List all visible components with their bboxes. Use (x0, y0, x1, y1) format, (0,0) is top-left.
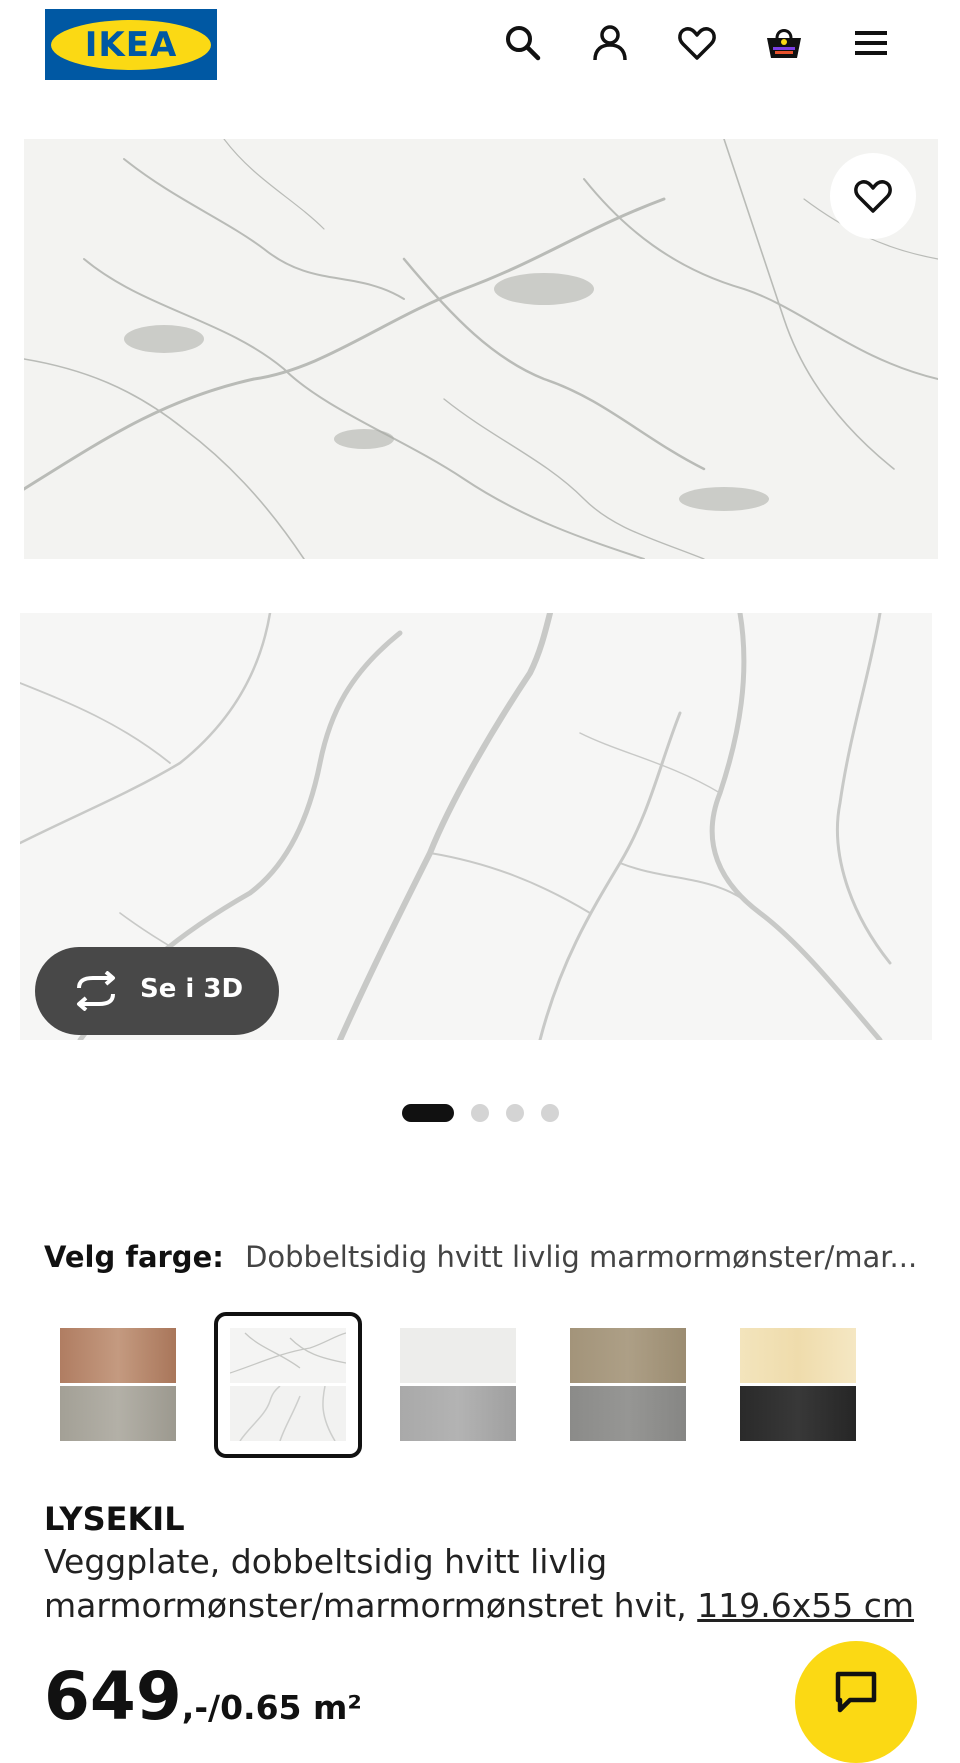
swatch-top (570, 1328, 686, 1383)
carousel-dot[interactable] (541, 1104, 559, 1122)
logo-text: IKEA (84, 24, 178, 65)
color-swatch-white-marble[interactable] (214, 1312, 362, 1458)
account-icon[interactable] (587, 20, 633, 66)
swatch-top (229, 1328, 347, 1383)
color-swatch-copper[interactable] (44, 1312, 192, 1458)
color-swatch-wood-black[interactable] (724, 1312, 872, 1458)
product-price: 649,-/0.65 m² (44, 1658, 362, 1735)
header: IKEA (0, 0, 960, 90)
price-suffix: ,-/0.65 m² (181, 1688, 362, 1727)
selected-color-value: Dobbeltsidig hvitt livlig marmormønster/… (245, 1240, 918, 1274)
product-description: Veggplate, dobbeltsidig hvitt livlig mar… (44, 1540, 914, 1628)
carousel-dot[interactable] (506, 1104, 524, 1122)
favourites-icon[interactable] (674, 20, 720, 66)
product-name: LYSEKIL (44, 1500, 185, 1538)
search-icon[interactable] (500, 20, 546, 66)
ikea-logo[interactable]: IKEA (45, 9, 217, 80)
chat-icon (833, 1671, 879, 1715)
swatch-bottom (740, 1386, 856, 1441)
color-label: Velg farge: (44, 1240, 224, 1274)
color-selector-heading: Velg farge: Dobbeltsidig hvitt livlig ma… (44, 1240, 924, 1274)
swatch-bottom (60, 1386, 176, 1441)
heart-icon (853, 176, 893, 216)
color-swatch-white-grey-concrete[interactable] (384, 1312, 532, 1458)
carousel-dot-active[interactable] (402, 1104, 454, 1122)
product-image-marble-1[interactable] (24, 139, 938, 559)
swatch-top (60, 1328, 176, 1383)
swatch-top (400, 1328, 516, 1383)
logo-oval: IKEA (51, 19, 211, 70)
swatch-bottom (570, 1386, 686, 1441)
product-description-text: Veggplate, dobbeltsidig hvitt livlig mar… (44, 1542, 698, 1625)
swatch-bottom (400, 1386, 516, 1441)
carousel-dot[interactable] (471, 1104, 489, 1122)
view-in-3d-button[interactable]: Se i 3D (35, 947, 279, 1035)
cart-icon[interactable] (761, 20, 807, 66)
add-to-favourites-button[interactable] (830, 153, 916, 239)
swatch-top (740, 1328, 856, 1383)
product-size-link[interactable]: 119.6x55 cm (697, 1586, 914, 1625)
swatch-bottom (230, 1385, 346, 1442)
view-in-3d-label: Se i 3D (140, 974, 244, 1004)
color-swatch-beige-grey[interactable] (554, 1312, 702, 1458)
menu-icon[interactable] (848, 20, 894, 66)
chat-button[interactable] (795, 1641, 917, 1763)
price-integer: 649 (44, 1658, 182, 1735)
